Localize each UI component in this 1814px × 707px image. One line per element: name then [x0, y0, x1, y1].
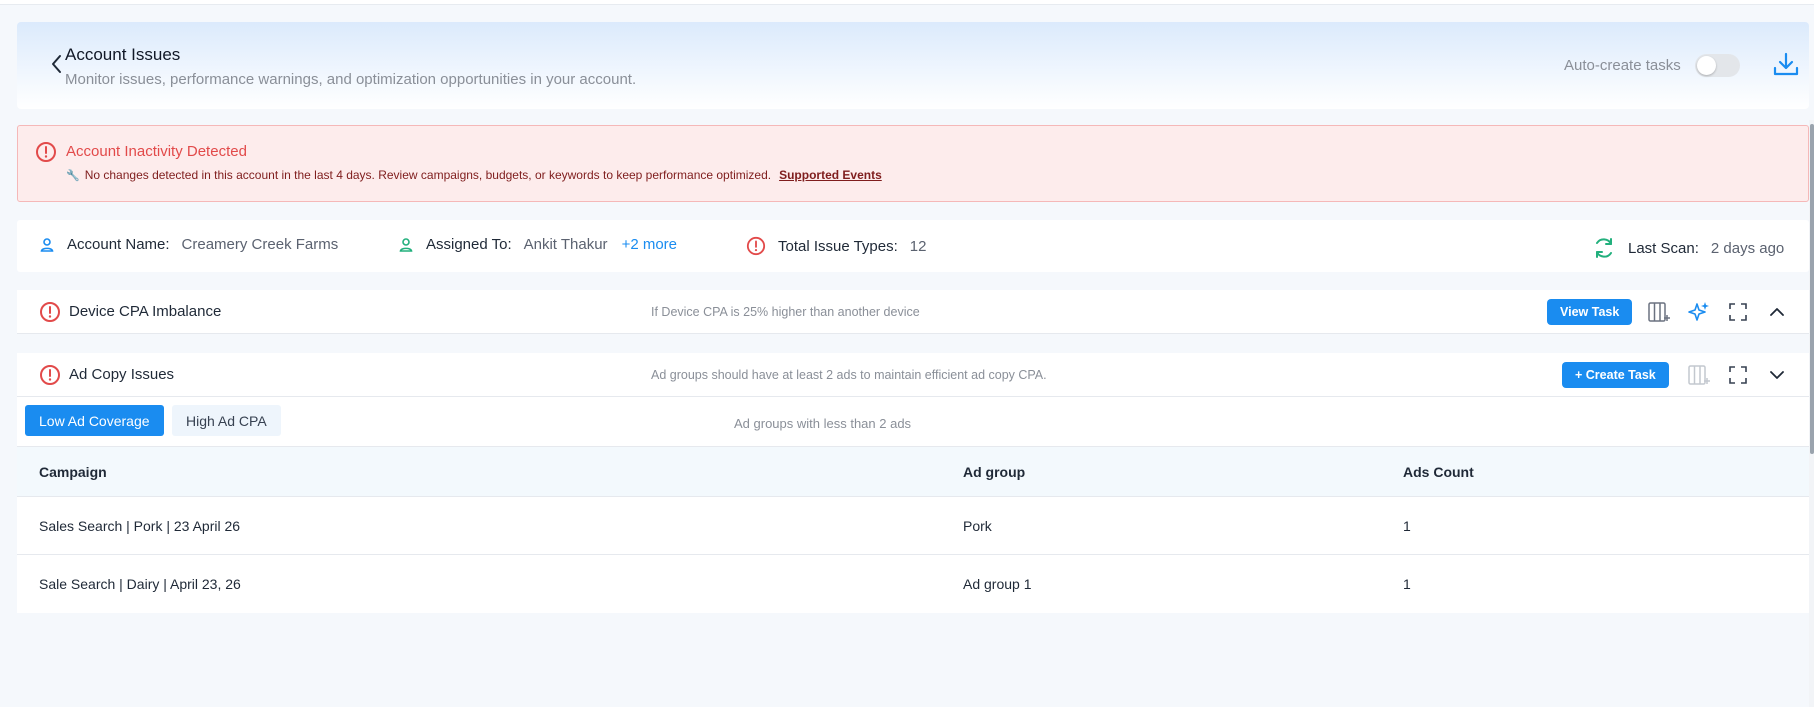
account-name-info: Account Name: Creamery Creek Farms	[39, 236, 338, 253]
fullscreen-button[interactable]	[1726, 363, 1750, 387]
issue-types-info: Total Issue Types: 12	[746, 236, 926, 256]
chevron-up-icon	[1770, 308, 1784, 316]
alert-circle-icon	[36, 142, 56, 162]
assigned-label: Assigned To:	[426, 236, 512, 253]
account-info-bar: Account Name: Creamery Creek Farms Assig…	[17, 220, 1809, 272]
alert-circle-icon	[40, 365, 60, 385]
tab-description: Ad groups with less than 2 ads	[734, 416, 912, 431]
collapse-button[interactable]	[1765, 300, 1789, 324]
assigned-info: Assigned To: Ankit Thakur +2 more	[398, 236, 677, 253]
table-header: Campaign Ad group Ads Count	[17, 447, 1809, 497]
cell-ads-count: 1	[1403, 576, 1411, 592]
fullscreen-icon	[1729, 303, 1747, 321]
user-icon	[40, 237, 54, 252]
expand-button[interactable]	[1765, 363, 1789, 387]
table-row[interactable]: Sales Search | Pork | 23 April 26 Pork 1	[17, 497, 1809, 555]
cell-campaign: Sales Search | Pork | 23 April 26	[39, 517, 241, 534]
columns-icon	[1688, 365, 1710, 385]
download-icon	[1773, 52, 1799, 76]
issue-types-value: 12	[909, 237, 927, 255]
account-name-label: Account Name:	[67, 236, 170, 253]
top-border	[0, 0, 1814, 5]
issue-title: Device CPA Imbalance	[69, 303, 222, 320]
page-title: Account Issues	[65, 45, 181, 64]
alert-title: Account Inactivity Detected	[66, 143, 247, 160]
account-name-value: Creamery Creek Farms	[181, 236, 339, 253]
assigned-value: Ankit Thakur	[523, 236, 608, 253]
columns-icon	[1648, 302, 1670, 322]
columns-button[interactable]	[1647, 300, 1671, 324]
ai-insights-button[interactable]	[1687, 300, 1711, 324]
page-subtitle: Monitor issues, performance warnings, an…	[65, 71, 637, 88]
toggle-knob	[1697, 56, 1716, 75]
last-scan-value: 2 days ago	[1710, 239, 1785, 257]
refresh-icon[interactable]	[1592, 236, 1616, 260]
issue-description: Ad groups should have at least 2 ads to …	[651, 368, 1047, 382]
tab-high-ad-cpa[interactable]: High Ad CPA	[172, 405, 281, 436]
tab-low-ad-coverage[interactable]: Low Ad Coverage	[25, 405, 164, 436]
issue-types-label: Total Issue Types:	[778, 237, 898, 255]
columns-button[interactable]	[1687, 363, 1711, 387]
alert-message-row: 🔧 No changes detected in this account in…	[66, 168, 882, 182]
assigned-more-link[interactable]: +2 more	[622, 236, 677, 253]
page-header: Account Issues Monitor issues, performan…	[17, 22, 1809, 109]
column-header-campaign[interactable]: Campaign	[39, 447, 107, 496]
auto-create-toggle[interactable]	[1695, 54, 1740, 77]
user-icon	[399, 237, 413, 252]
inactivity-alert: Account Inactivity Detected 🔧 No changes…	[17, 125, 1809, 202]
issue-description: If Device CPA is 25% higher than another…	[651, 305, 920, 319]
alert-message: No changes detected in this account in t…	[84, 168, 772, 182]
fullscreen-icon	[1729, 366, 1747, 384]
alert-circle-icon	[40, 302, 60, 322]
chevron-down-icon	[1770, 371, 1784, 379]
scrollbar-thumb[interactable]	[1810, 124, 1814, 454]
chevron-left-icon	[52, 55, 61, 73]
issue-title: Ad Copy Issues	[69, 366, 175, 383]
supported-events-link[interactable]: Supported Events	[779, 168, 882, 182]
table-row[interactable]: Sale Search | Dairy | April 23, 26 Ad gr…	[17, 555, 1809, 613]
column-header-ads-count[interactable]: Ads Count	[1403, 447, 1474, 496]
column-header-ad-group[interactable]: Ad group	[963, 447, 1025, 496]
cell-ads-count: 1	[1403, 517, 1411, 534]
sparkle-icon	[1688, 302, 1709, 321]
ad-copy-details-panel: Low Ad Coverage High Ad CPA Ad groups wi…	[17, 397, 1809, 613]
issue-row-device-cpa[interactable]: Device CPA Imbalance If Device CPA is 25…	[17, 290, 1809, 334]
create-task-button[interactable]: + Create Task	[1562, 362, 1669, 388]
cell-campaign: Sale Search | Dairy | April 23, 26	[39, 576, 241, 592]
last-scan-label: Last Scan:	[1628, 239, 1699, 257]
view-task-button[interactable]: View Task	[1547, 299, 1633, 325]
fullscreen-button[interactable]	[1726, 300, 1750, 324]
download-button[interactable]	[1771, 50, 1801, 80]
last-scan-info: Last Scan: 2 days ago	[1592, 236, 1784, 260]
cell-ad-group: Ad group 1	[963, 576, 1032, 592]
wrench-icon: 🔧	[66, 169, 80, 182]
issues-table: Campaign Ad group Ads Count Sales Search…	[17, 446, 1809, 613]
cell-ad-group: Pork	[963, 517, 992, 534]
issue-row-ad-copy[interactable]: Ad Copy Issues Ad groups should have at …	[17, 353, 1809, 397]
auto-create-label: Auto-create tasks	[1564, 57, 1681, 74]
alert-circle-icon	[746, 236, 766, 256]
